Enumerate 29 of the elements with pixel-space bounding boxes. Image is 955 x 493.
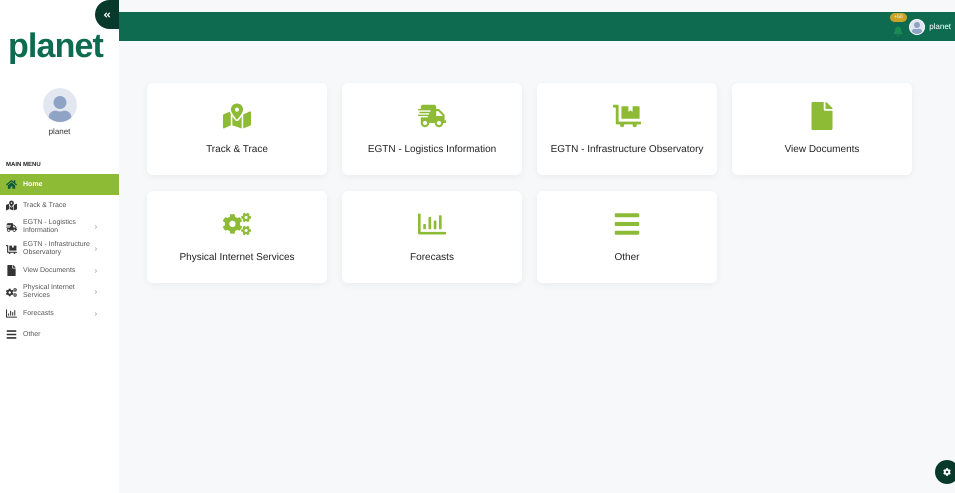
user-name[interactable]: planet bbox=[929, 20, 951, 32]
chevron-icon bbox=[93, 246, 99, 252]
chevron-icon bbox=[93, 268, 99, 274]
module-card[interactable]: Track & Trace bbox=[147, 83, 327, 175]
module-card[interactable]: Other bbox=[537, 191, 717, 283]
avatar bbox=[42, 88, 76, 122]
dolly-icon bbox=[6, 244, 17, 254]
map-icon bbox=[223, 102, 251, 130]
chevron-icon bbox=[93, 310, 99, 316]
gears-icon bbox=[6, 286, 17, 298]
document-icon bbox=[6, 265, 17, 276]
module-card[interactable]: EGTN - Logistics Information bbox=[342, 83, 522, 175]
logo: planet bbox=[8, 29, 104, 63]
home-icon bbox=[6, 179, 17, 190]
collapse-icon bbox=[103, 10, 111, 18]
map-icon bbox=[6, 200, 17, 211]
module-card[interactable]: View Documents bbox=[732, 83, 912, 175]
chevron-icon bbox=[93, 289, 99, 295]
settings-icon bbox=[943, 468, 951, 476]
module-card[interactable]: EGTN - Infrastructure Observatory bbox=[537, 83, 717, 175]
module-card[interactable]: Forecasts bbox=[342, 191, 522, 283]
module-card[interactable]: Physical Internet Services bbox=[147, 191, 327, 283]
menu-icon bbox=[6, 329, 17, 340]
chevron-icon bbox=[93, 224, 99, 230]
truck-icon bbox=[6, 222, 17, 232]
settings-button[interactable] bbox=[935, 460, 955, 484]
user-name: planet bbox=[48, 126, 70, 138]
chart-icon bbox=[6, 308, 17, 319]
avatar[interactable] bbox=[909, 18, 926, 34]
